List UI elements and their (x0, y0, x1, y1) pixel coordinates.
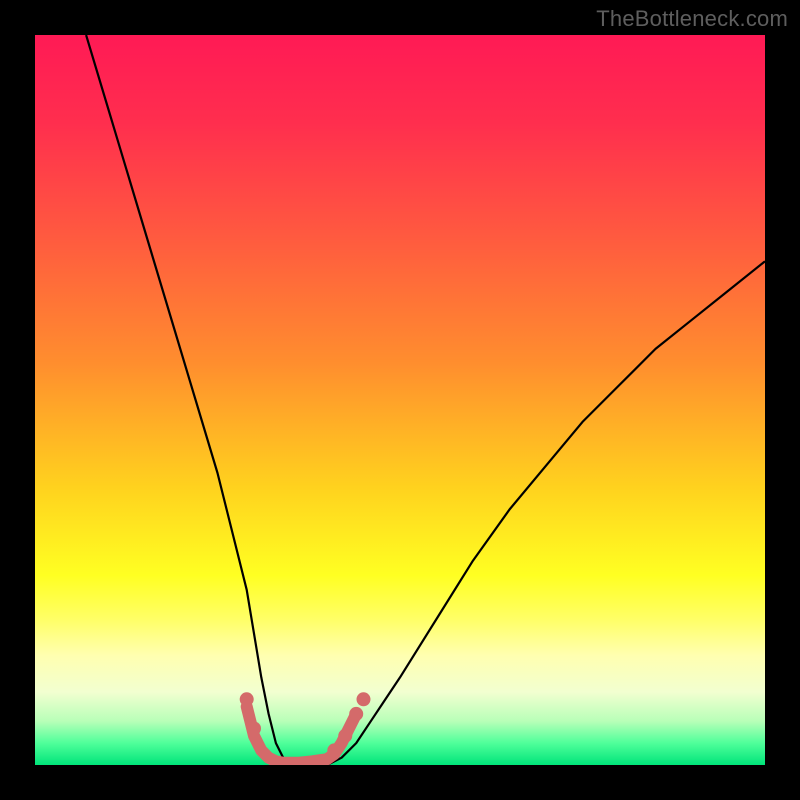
chart-frame: TheBottleneck.com (0, 0, 800, 800)
plot-area (35, 35, 765, 765)
highlight-dot (247, 722, 261, 736)
chart-svg (35, 35, 765, 765)
series-group (86, 35, 765, 765)
highlight-dot (240, 692, 254, 706)
watermark-text: TheBottleneck.com (596, 6, 788, 32)
highlight-dot (349, 707, 363, 721)
highlight-dot (327, 743, 341, 757)
highlight-dot (357, 692, 371, 706)
bottleneck-curve (86, 35, 765, 765)
highlight-dot (338, 729, 352, 743)
